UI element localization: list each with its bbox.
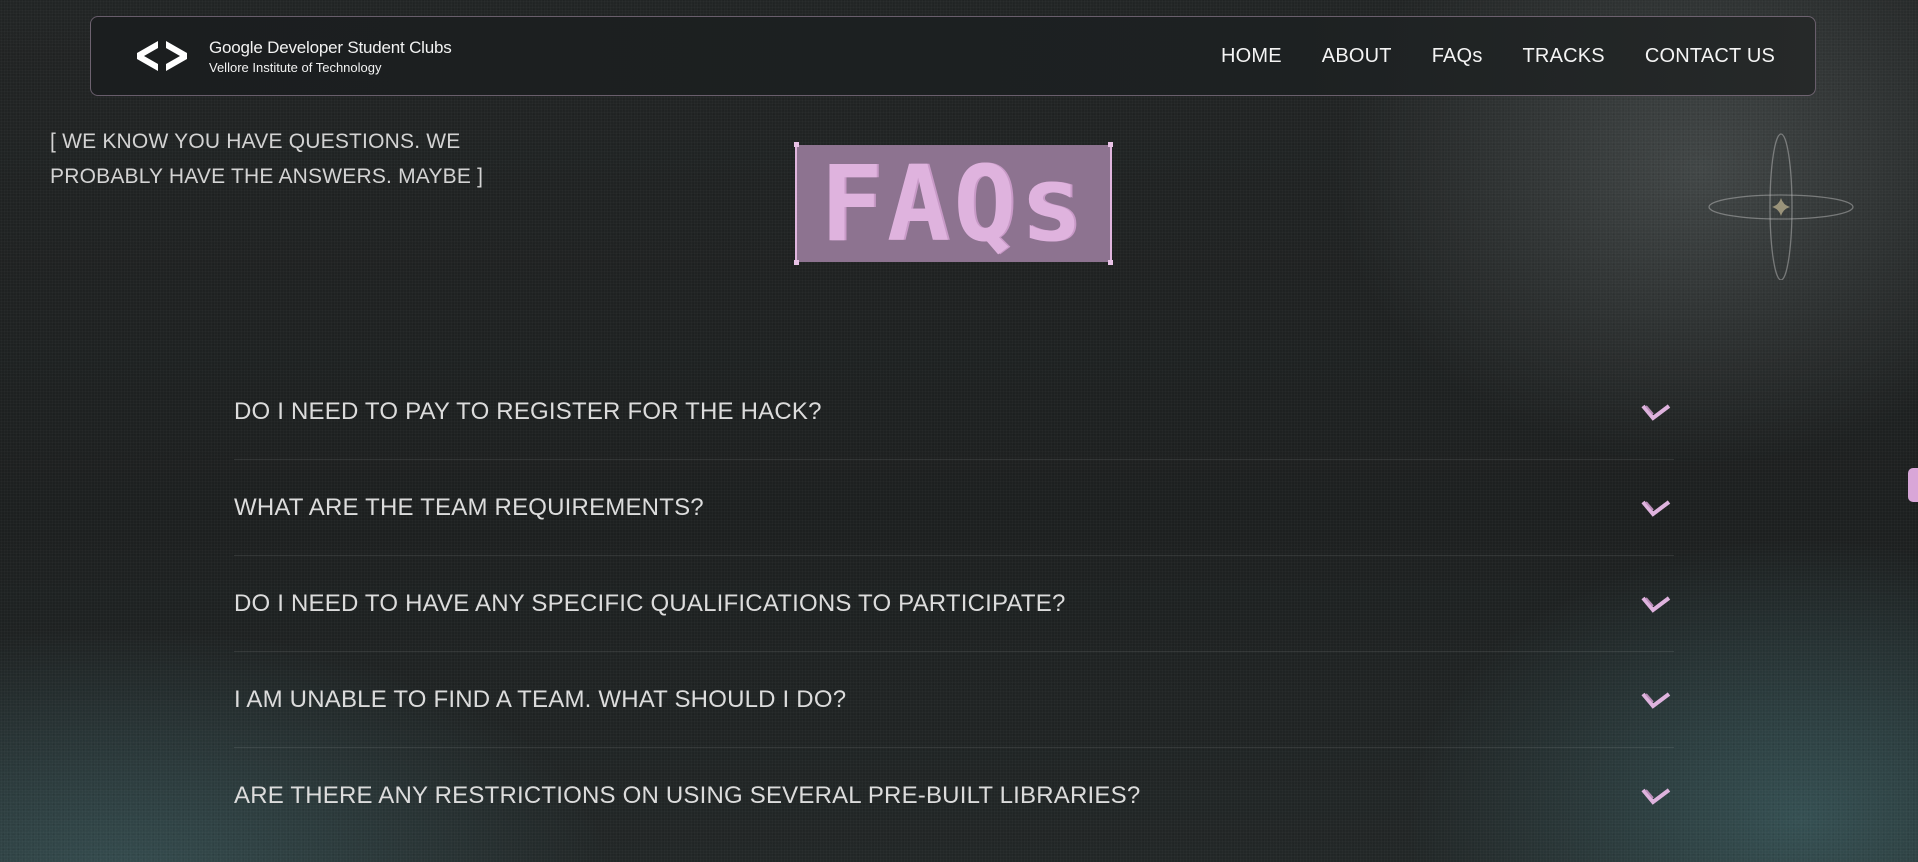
- faq-question: ARE THERE ANY RESTRICTIONS ON USING SEVE…: [234, 782, 1141, 809]
- orbit-star-icon: [1708, 133, 1854, 280]
- page: Google Developer Student Clubs Vellore I…: [0, 0, 1918, 862]
- chevron-down-icon[interactable]: [1640, 689, 1672, 711]
- faq-list: DO I NEED TO PAY TO REGISTER FOR THE HAC…: [234, 364, 1674, 844]
- nav-contact-us[interactable]: CONTACT US: [1645, 45, 1775, 68]
- navbar: Google Developer Student Clubs Vellore I…: [90, 16, 1816, 96]
- faq-question: DO I NEED TO PAY TO REGISTER FOR THE HAC…: [234, 397, 822, 425]
- title-corner: [1108, 142, 1113, 147]
- nav-about[interactable]: ABOUT: [1322, 45, 1392, 68]
- page-title: FAQs: [820, 142, 1087, 265]
- chevron-down-icon[interactable]: [1640, 401, 1672, 423]
- nav-faqs[interactable]: FAQs: [1432, 45, 1483, 68]
- brand[interactable]: Google Developer Student Clubs Vellore I…: [131, 38, 452, 75]
- chevron-down-icon[interactable]: [1640, 497, 1672, 519]
- gdsc-brackets-icon: [137, 41, 187, 71]
- faq-question: DO I NEED TO HAVE ANY SPECIFIC QUALIFICA…: [234, 589, 1066, 617]
- nav-home[interactable]: HOME: [1221, 45, 1282, 68]
- brand-title: Google Developer Student Clubs: [209, 37, 452, 57]
- faq-item[interactable]: DO I NEED TO PAY TO REGISTER FOR THE HAC…: [234, 364, 1674, 460]
- faq-item[interactable]: ARE THERE ANY RESTRICTIONS ON USING SEVE…: [234, 748, 1674, 844]
- faq-item[interactable]: WHAT ARE THE TEAM REQUIREMENTS?: [234, 460, 1674, 556]
- hero-tagline: [ WE KNOW YOU HAVE QUESTIONS. WE PROBABL…: [50, 130, 484, 188]
- title-corner: [794, 142, 799, 147]
- faq-item[interactable]: I AM UNABLE TO FIND A TEAM. WHAT SHOULD …: [234, 652, 1674, 748]
- title-corner: [794, 260, 799, 265]
- main-nav: HOME ABOUT FAQs TRACKS CONTACT US: [1221, 45, 1775, 68]
- title-corner: [1108, 260, 1113, 265]
- brand-subtitle: Vellore Institute of Technology: [209, 59, 382, 75]
- faqs-title-box: FAQs: [794, 142, 1113, 265]
- faq-item[interactable]: DO I NEED TO HAVE ANY SPECIFIC QUALIFICA…: [234, 556, 1674, 652]
- chevron-down-icon[interactable]: [1640, 785, 1672, 807]
- faq-question: WHAT ARE THE TEAM REQUIREMENTS?: [234, 493, 704, 521]
- chevron-down-icon[interactable]: [1640, 593, 1672, 615]
- scrollbar-thumb[interactable]: [1908, 468, 1918, 502]
- nav-tracks[interactable]: TRACKS: [1523, 45, 1605, 68]
- faq-question: I AM UNABLE TO FIND A TEAM. WHAT SHOULD …: [234, 685, 847, 713]
